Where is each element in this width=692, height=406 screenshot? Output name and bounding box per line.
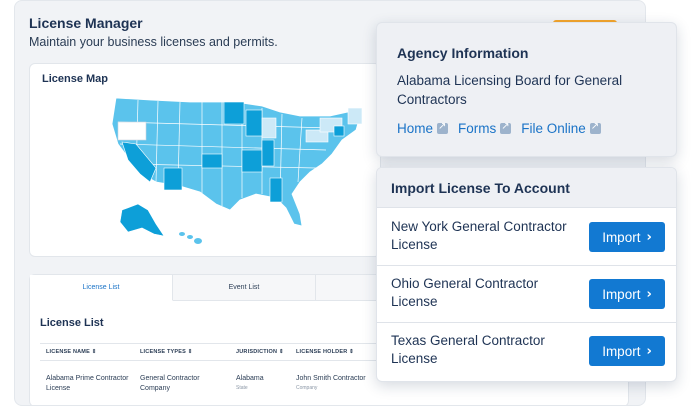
page-subtitle: Maintain your business licenses and perm… bbox=[29, 35, 278, 49]
import-button-label: Import bbox=[602, 286, 641, 302]
state-maine bbox=[347, 107, 363, 125]
column-header-license-types[interactable]: LICENSE TYPES ⇕ bbox=[140, 349, 193, 355]
external-link-icon bbox=[500, 121, 512, 134]
chevron-right-icon: › bbox=[646, 343, 652, 359]
import-row: New York General Contractor License Impo… bbox=[377, 209, 676, 266]
column-header-license-name[interactable]: LICENSE NAME ⇕ bbox=[46, 349, 97, 355]
agency-links: Home Forms File Online bbox=[397, 121, 601, 136]
state-hawaii bbox=[179, 232, 202, 244]
tab-event-list[interactable]: Event List bbox=[173, 275, 316, 301]
state-minnesota bbox=[223, 101, 245, 125]
state-alaska bbox=[119, 203, 165, 237]
cell-jurisdiction: Alabama State bbox=[236, 374, 292, 392]
import-row: Ohio General Contractor License Import › bbox=[377, 266, 676, 323]
external-link-icon bbox=[589, 121, 601, 134]
import-button[interactable]: Import › bbox=[589, 279, 665, 309]
import-license-name: Ohio General Contractor License bbox=[391, 276, 539, 309]
us-map[interactable] bbox=[30, 64, 382, 258]
state-oregon bbox=[117, 121, 147, 141]
jurisdiction-value: Alabama bbox=[236, 375, 264, 382]
import-license-name: New York General Contractor License bbox=[391, 219, 567, 252]
import-button[interactable]: Import › bbox=[589, 336, 665, 366]
chevron-right-icon: › bbox=[646, 286, 652, 302]
forms-link-label: Forms bbox=[458, 121, 497, 136]
chevron-right-icon: › bbox=[646, 229, 652, 245]
import-button[interactable]: Import › bbox=[589, 222, 665, 252]
license-map-card: License Map bbox=[29, 63, 381, 257]
import-row: Texas General Contractor License Import › bbox=[377, 323, 676, 380]
jurisdiction-sub: State bbox=[236, 384, 248, 391]
app-root: License Manager Maintain your business l… bbox=[0, 0, 692, 406]
state-new-mexico bbox=[163, 167, 183, 191]
home-link[interactable]: Home bbox=[397, 121, 449, 136]
agency-name: Alabama Licensing Board for General Cont… bbox=[397, 73, 623, 107]
file-online-link-label: File Online bbox=[521, 121, 586, 136]
import-license-name: Texas General Contractor License bbox=[391, 333, 545, 366]
import-button-label: Import bbox=[602, 229, 641, 245]
agency-title: Agency Information bbox=[397, 45, 529, 61]
import-panel-title: Import License To Account bbox=[391, 180, 570, 196]
file-online-link[interactable]: File Online bbox=[521, 121, 601, 136]
column-header-jurisdiction[interactable]: JURISDICTION ⇕ bbox=[236, 349, 284, 355]
state-alabama bbox=[269, 177, 283, 203]
forms-link[interactable]: Forms bbox=[458, 121, 512, 136]
state-massachusetts bbox=[333, 125, 345, 137]
state-kansas bbox=[201, 153, 223, 169]
tab-license-list[interactable]: License List bbox=[30, 275, 173, 301]
import-panel-header: Import License To Account bbox=[377, 168, 676, 208]
external-link-icon bbox=[437, 121, 449, 134]
cell-license-name[interactable]: Alabama Prime Contractor License bbox=[46, 374, 130, 393]
state-missouri bbox=[241, 149, 263, 173]
license-list-title: License List bbox=[40, 317, 104, 329]
cell-license-type: General Contractor Company bbox=[140, 375, 200, 392]
holder-value: John Smith Contractor bbox=[296, 375, 366, 382]
page-title: License Manager bbox=[29, 15, 143, 31]
state-michigan bbox=[261, 117, 277, 139]
import-license-panel: Import License To Account New York Gener… bbox=[376, 167, 677, 382]
agency-information-card: Agency Information Alabama Licensing Boa… bbox=[376, 22, 677, 157]
cell-license-holder: John Smith Contractor Company bbox=[296, 374, 386, 392]
home-link-label: Home bbox=[397, 121, 434, 136]
column-header-license-holder[interactable]: LICENSE HOLDER ⇕ bbox=[296, 349, 354, 355]
import-button-label: Import bbox=[602, 343, 641, 359]
holder-sub: Company bbox=[296, 384, 318, 391]
state-wisconsin bbox=[245, 109, 263, 137]
state-illinois bbox=[261, 139, 275, 167]
